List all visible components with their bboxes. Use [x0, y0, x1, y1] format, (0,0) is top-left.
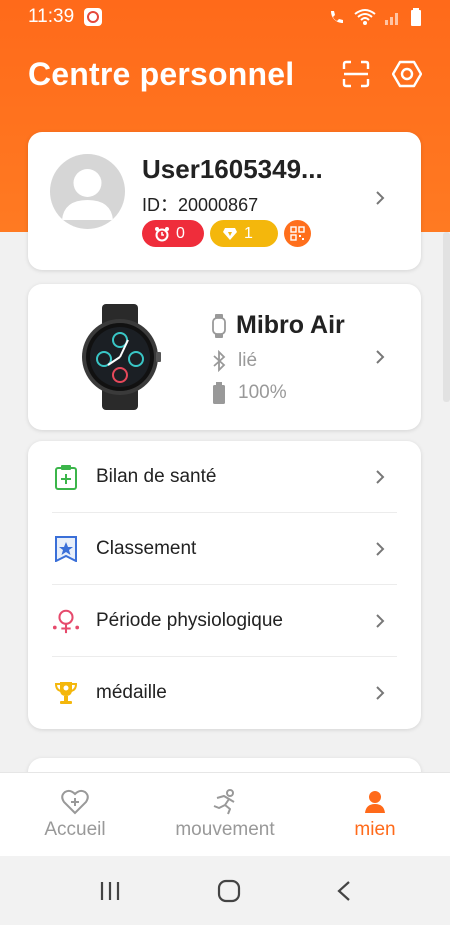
diamond-icon [223, 227, 237, 240]
profile-badges: 0 1 [142, 220, 311, 247]
device-battery: 100% [238, 382, 287, 403]
status-time: 11:39 [28, 6, 75, 27]
title-bar: Centre personnel [0, 50, 450, 98]
scan-icon[interactable] [342, 60, 370, 88]
bottom-navigation: Accueil mouvement mien [0, 772, 450, 856]
menu-item-label: Période physiologique [96, 610, 283, 631]
menu-item-physiological-period[interactable]: Période physiologique [28, 585, 421, 657]
wifi-call-icon [331, 11, 343, 23]
ranking-icon [52, 535, 80, 563]
female-cycle-icon [52, 607, 80, 635]
alarm-badge[interactable]: 0 [142, 220, 204, 247]
smartwatch-image [82, 304, 161, 410]
battery-level-icon [213, 382, 225, 404]
running-icon [213, 789, 235, 815]
recent-apps-icon[interactable] [98, 880, 122, 902]
person-icon [365, 791, 385, 813]
menu-item-label: médaille [96, 682, 167, 703]
gem-count: 1 [244, 224, 253, 242]
chevron-right-icon [376, 470, 385, 484]
chevron-right-icon [376, 614, 385, 628]
chevron-right-icon [376, 542, 385, 556]
qr-code-icon[interactable] [284, 220, 311, 247]
device-card[interactable]: Mibro Air lié 100% [28, 284, 421, 430]
menu-item-medal[interactable]: médaille [28, 657, 421, 729]
nav-label: Accueil [44, 819, 106, 840]
status-bar: 11:39 [0, 0, 450, 34]
wifi-icon [354, 9, 376, 25]
menu-item-label: Classement [96, 538, 197, 559]
alarm-count: 0 [176, 224, 185, 242]
trophy-icon [52, 679, 80, 707]
menu-item-health-report[interactable]: Bilan de santé [28, 441, 421, 513]
device-name-row: Mibro Air [212, 311, 345, 340]
page-title: Centre personnel [28, 55, 295, 92]
home-button-icon[interactable] [217, 879, 241, 903]
nav-label: mouvement [175, 819, 275, 840]
watch-icon [212, 313, 226, 338]
menu-item-label: Bilan de santé [96, 466, 217, 487]
menu-card: Bilan de santé Classement Période physio… [28, 441, 421, 729]
battery-icon [411, 8, 421, 26]
nav-tab-mine[interactable]: mien [300, 773, 450, 856]
profile-card[interactable]: User1605349... ID：20000867 0 1 [28, 132, 421, 270]
username: User1605349... [142, 154, 323, 184]
avatar[interactable] [50, 154, 125, 229]
app-notification-icon [84, 8, 103, 26]
chevron-right-icon [376, 686, 385, 700]
device-status: lié [238, 350, 258, 371]
gem-badge[interactable]: 1 [210, 220, 278, 247]
heart-home-icon [61, 789, 89, 815]
chevron-right-icon [376, 350, 385, 364]
back-icon[interactable] [336, 880, 352, 902]
nav-tab-movement[interactable]: mouvement [150, 773, 300, 856]
system-navigation-bar [0, 856, 450, 925]
settings-icon[interactable] [392, 59, 422, 89]
chevron-right-icon [376, 191, 385, 205]
nav-tab-home[interactable]: Accueil [0, 773, 150, 856]
bluetooth-icon [213, 350, 226, 372]
device-status-row: lié [212, 350, 257, 372]
user-id: ID：20000867 [142, 195, 259, 215]
signal-icon [385, 13, 398, 25]
device-battery-row: 100% [212, 382, 287, 404]
nav-label: mien [354, 819, 396, 840]
alarm-clock-icon [155, 226, 169, 241]
menu-item-ranking[interactable]: Classement [28, 513, 421, 585]
scrollbar[interactable] [443, 232, 450, 402]
device-name: Mibro Air [236, 311, 345, 339]
health-report-icon [52, 463, 80, 491]
